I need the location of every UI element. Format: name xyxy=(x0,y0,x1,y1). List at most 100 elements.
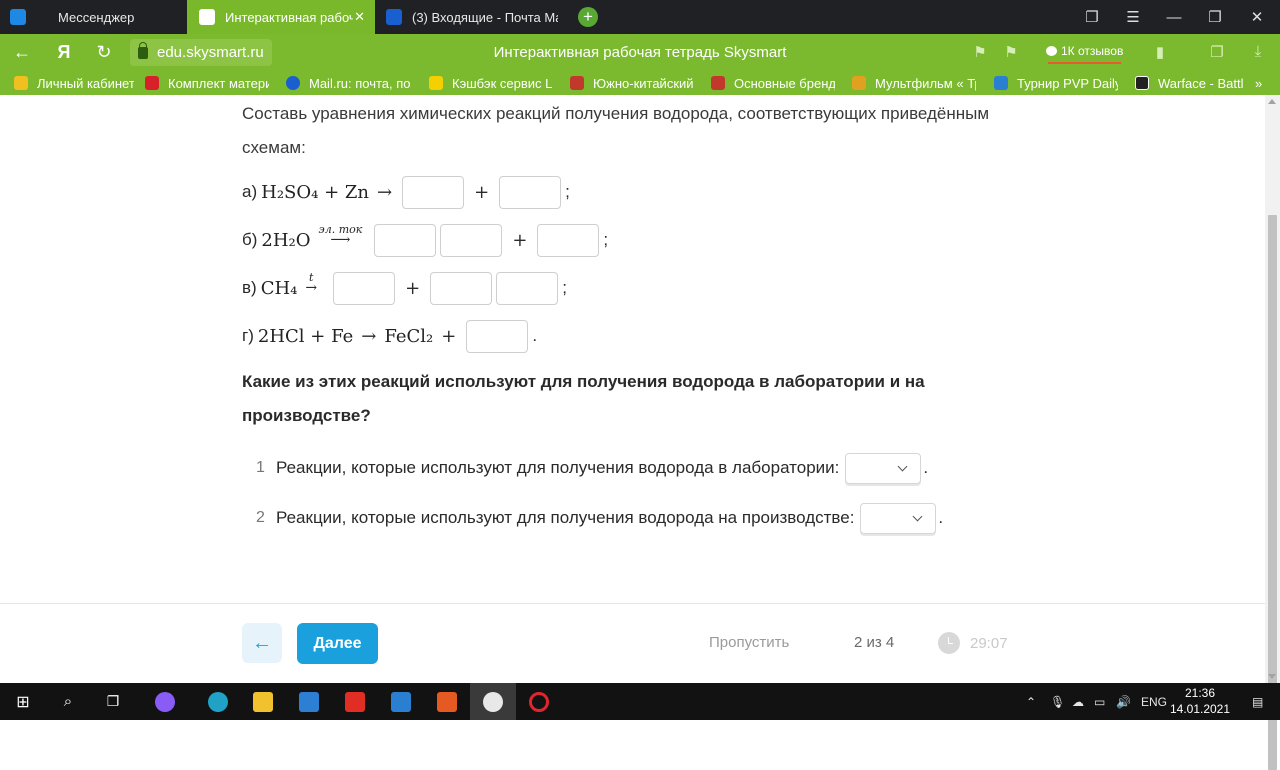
reaction-label: а) xyxy=(242,182,258,201)
bookmark-item[interactable]: Основные бренды xyxy=(711,71,835,95)
bookmark-favicon-icon xyxy=(286,76,300,90)
timer: 29:07 xyxy=(938,632,1008,654)
start-icon[interactable]: ⊞ xyxy=(0,683,46,720)
edge-icon[interactable] xyxy=(195,683,241,720)
answer-blank[interactable] xyxy=(537,223,600,257)
answer-blank[interactable] xyxy=(374,223,437,257)
alice-icon[interactable] xyxy=(142,683,188,720)
reload-icon[interactable]: ↻ xyxy=(86,34,122,71)
store-icon[interactable] xyxy=(286,683,332,720)
back-arrow-icon[interactable]: ← xyxy=(4,34,40,71)
tab-skysmart[interactable]: Интерактивная рабоча ✕ xyxy=(187,0,375,34)
answer-blank[interactable] xyxy=(499,175,562,209)
tabs-overview-icon[interactable]: ❐ xyxy=(1072,0,1112,34)
reaction-a: а) H₂SO₄ + Zn → + ; xyxy=(242,175,570,209)
bookmark-item[interactable]: Комплект матери xyxy=(145,71,269,95)
url-field[interactable]: edu.skysmart.ru xyxy=(130,39,272,66)
tab-label: (3) Входящие - Почта Mail xyxy=(412,9,558,25)
bookmark-item[interactable]: Warface - Battle xyxy=(1135,71,1243,95)
mail-icon xyxy=(386,9,402,25)
microphone-icon[interactable]: 🎙 xyxy=(1050,683,1065,720)
minimize-icon[interactable]: — xyxy=(1154,0,1194,34)
show-hidden-icons[interactable]: ⌃ xyxy=(1026,683,1036,720)
reviews-underline xyxy=(1048,62,1122,64)
reaction-g: г) 2HCl + Fe → FeCl₂ + . xyxy=(242,319,537,353)
opera-icon[interactable] xyxy=(516,683,562,720)
separator: ; xyxy=(565,182,570,201)
previous-button[interactable]: ← xyxy=(242,623,282,663)
bookmark-item[interactable]: Личный кабинет xyxy=(14,71,134,95)
reaction-b: б) 2H₂O эл. ток ⟶ + ; xyxy=(242,223,608,257)
clock-time: 21:36 xyxy=(1184,686,1216,700)
reaction-arrow: → xyxy=(376,181,393,203)
bookmark-favicon-icon xyxy=(852,76,866,90)
clock-icon xyxy=(938,632,960,654)
item-number: 1 xyxy=(256,459,265,476)
mail-app-icon[interactable] xyxy=(378,683,424,720)
bookmark-favicon-icon xyxy=(145,76,159,90)
task-intro-line: Составь уравнения химических реакций пол… xyxy=(242,104,990,123)
answer-blank[interactable] xyxy=(333,271,396,305)
task-view-icon[interactable]: ❐ xyxy=(90,683,136,720)
reaction-label: б) xyxy=(242,230,258,249)
search-icon[interactable]: ⌕ xyxy=(45,683,91,720)
close-window-icon[interactable]: ✕ xyxy=(1237,0,1277,34)
notifications-icon[interactable]: ▤ xyxy=(1252,683,1263,720)
bookmark-icon[interactable]: ▮ xyxy=(1150,43,1170,61)
file-explorer-icon[interactable] xyxy=(240,683,286,720)
yandex-icon[interactable]: Я xyxy=(46,34,82,71)
skip-button[interactable]: Пропустить xyxy=(709,634,789,651)
yandex-browser-icon[interactable] xyxy=(470,683,516,720)
tab-messenger[interactable]: Мессенджер xyxy=(0,0,186,34)
cloud-icon[interactable]: ☁ xyxy=(1072,683,1084,720)
reaction-lhs: CH₄ xyxy=(260,277,298,299)
reviews-button[interactable]: 1К отзывов xyxy=(1046,41,1123,64)
answer-blank[interactable] xyxy=(496,271,559,305)
reaction-arrow: t → xyxy=(305,272,317,295)
task-intro: Составь уравнения химических реакций пол… xyxy=(242,97,989,165)
separator: ; xyxy=(562,278,567,297)
bookmark-label: Комплект матери xyxy=(168,75,269,91)
task-progress: 2 из 4 xyxy=(854,634,895,651)
reaction-label: в) xyxy=(242,278,257,297)
question-text: Какие из этих реакций используют для пол… xyxy=(242,365,962,433)
bookmark-item[interactable]: Турнир PVP Daily xyxy=(994,71,1118,95)
tab-label: Интерактивная рабоча xyxy=(225,9,353,25)
bookmark-item[interactable]: Mail.ru: почта, пои xyxy=(286,71,410,95)
tab-mail[interactable]: (3) Входящие - Почта Mail xyxy=(376,0,566,34)
page-scrollbar[interactable] xyxy=(1265,95,1280,770)
system-clock[interactable]: 21:36 14.01.2021 xyxy=(1168,685,1232,717)
more-bookmarks-icon[interactable]: » xyxy=(1255,71,1275,95)
menu-icon[interactable]: ☰ xyxy=(1113,0,1153,34)
bookmark-item[interactable]: Кэшбэк сервис Le xyxy=(429,71,553,95)
scroll-up-icon[interactable] xyxy=(1268,99,1276,104)
new-tab-button[interactable]: + xyxy=(578,7,598,27)
chevron-down-icon xyxy=(912,511,923,521)
language-indicator[interactable]: ENG xyxy=(1141,683,1167,720)
separator: . xyxy=(923,458,929,477)
answer-blank[interactable] xyxy=(466,319,529,353)
scroll-down-icon[interactable] xyxy=(1268,674,1276,679)
browser-tab-strip: Мессенджер Интерактивная рабоча ✕ (3) Вх… xyxy=(0,0,1280,34)
translate-icon[interactable]: ⚑ xyxy=(970,43,990,61)
volume-icon[interactable]: 🔊 xyxy=(1116,683,1131,720)
yandex-app-icon[interactable] xyxy=(332,683,378,720)
collections-icon[interactable]: ❐ xyxy=(1207,43,1227,61)
answer-blank[interactable] xyxy=(430,271,493,305)
download-icon[interactable]: ⤓ xyxy=(1248,43,1268,61)
bookmark-item[interactable]: Мультфильм « Тр xyxy=(852,71,976,95)
answer-blank[interactable] xyxy=(440,223,503,257)
maximize-icon[interactable]: ❐ xyxy=(1195,0,1235,34)
close-tab-icon[interactable]: ✕ xyxy=(354,9,365,25)
next-button[interactable]: Далее xyxy=(297,623,378,664)
network-icon[interactable]: ▭ xyxy=(1094,683,1105,720)
bookmark-item[interactable]: Южно-китайский xyxy=(570,71,694,95)
industry-reactions-dropdown[interactable] xyxy=(860,502,937,534)
office-icon[interactable] xyxy=(424,683,470,720)
plus-sign: + xyxy=(474,181,490,203)
bookmark-label: Мультфильм « Тр xyxy=(875,75,976,91)
reader-icon[interactable]: ⚑ xyxy=(1001,43,1021,61)
bookmarks-bar: Личный кабинет Комплект матери Mail.ru: … xyxy=(0,71,1280,95)
lab-reactions-dropdown[interactable] xyxy=(845,452,922,484)
answer-blank[interactable] xyxy=(402,175,465,209)
